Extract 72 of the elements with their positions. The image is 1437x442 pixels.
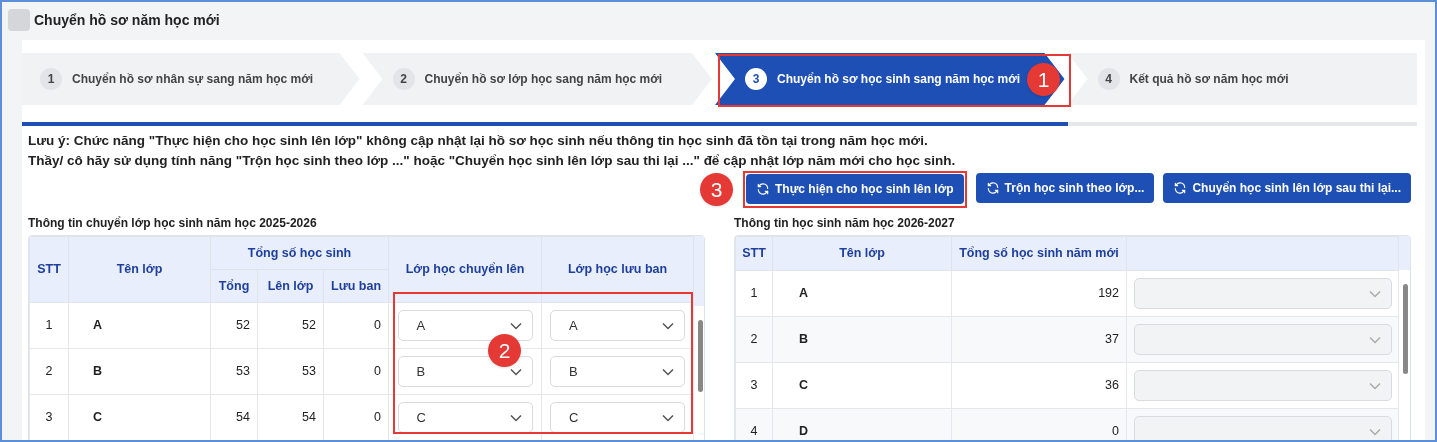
scrollbar[interactable] bbox=[1399, 270, 1410, 440]
table-cell: C bbox=[772, 362, 952, 409]
table-cell: 1 bbox=[735, 270, 773, 317]
column-header: STT bbox=[735, 236, 773, 271]
app-icon bbox=[8, 9, 30, 31]
column-header: Tổng số học sinh năm mới bbox=[951, 236, 1127, 271]
step-label: Chuyển hồ sơ lớp học sang năm học mới bbox=[424, 71, 663, 88]
chevron-down-icon bbox=[1369, 289, 1381, 298]
window-title: Chuyển hồ sơ năm học mới bbox=[34, 10, 220, 30]
column-header: Lớp học lưu ban bbox=[541, 236, 694, 303]
column-header: Tổng số học sinh bbox=[210, 236, 389, 270]
column-header: Tên lớp bbox=[68, 236, 211, 303]
chevron-down-icon bbox=[509, 367, 522, 376]
chevron-down-icon bbox=[1369, 381, 1381, 390]
column-header: Tên lớp bbox=[772, 236, 952, 271]
table-cell: 36 bbox=[951, 362, 1127, 409]
chevron-down-icon bbox=[1369, 335, 1381, 344]
column-header: Tổng bbox=[210, 269, 258, 303]
action-button[interactable]: Trộn học sinh theo lớp... bbox=[975, 173, 1155, 203]
table-cell: 52 bbox=[210, 302, 258, 349]
step-number: 1 bbox=[40, 68, 62, 90]
table-caption: Thông tin học sinh năm học 2026-2027 bbox=[734, 215, 956, 232]
select-field[interactable]: C bbox=[397, 402, 533, 433]
table-cell: B bbox=[772, 316, 952, 363]
table-cell: 192 bbox=[951, 270, 1127, 317]
scrollbar[interactable] bbox=[694, 306, 704, 440]
select-field[interactable]: A bbox=[397, 310, 533, 341]
table-cell: B bbox=[68, 348, 211, 395]
chevron-down-icon bbox=[662, 413, 675, 422]
select-field[interactable]: A bbox=[550, 310, 686, 341]
table-cell: 2 bbox=[735, 316, 773, 363]
select-field[interactable]: B bbox=[550, 356, 686, 387]
step-tab[interactable]: 1 Chuyển hồ sơ nhân sự sang năm học mới bbox=[22, 53, 360, 105]
column-header: STT bbox=[29, 236, 69, 303]
step-tab[interactable]: 2 Chuyển hồ sơ lớp học sang năm học mới bbox=[362, 53, 712, 105]
note-text: Lưu ý: Chức năng "Thực hiện cho học sinh lên lớp" không cập nhật lại hồ sơ học sinh nếu thông tin học sinh đã tồn tại trong năm học mới. bbox=[28, 132, 929, 150]
table-cell: 53 bbox=[210, 348, 258, 395]
column-header: Lớp học chuyển lên bbox=[388, 236, 542, 303]
table-cell: 2 bbox=[29, 348, 69, 395]
step-number: 2 bbox=[392, 68, 415, 90]
note-text: Thầy/ cô hãy sử dụng tính năng "Trộn học sinh theo lớp ..." hoặc "Chuyển học sinh lên lớp sau thi lại ..." để cập nhật lớp năm mới cho học sinh. bbox=[28, 152, 957, 170]
refresh-icon bbox=[756, 182, 770, 196]
table-cell: 3 bbox=[29, 394, 69, 440]
refresh-icon bbox=[985, 181, 1000, 195]
step-tab[interactable]: 4 Kết quả hồ sơ năm học mới bbox=[1067, 53, 1417, 105]
action-button[interactable]: Thực hiện cho học sinh lên lớp bbox=[746, 174, 964, 204]
column-header: Lên lớp bbox=[257, 269, 324, 303]
refresh-icon bbox=[1173, 181, 1188, 195]
table-caption: Thông tin chuyển lớp học sinh năm học 2025-2026 bbox=[28, 215, 318, 232]
table-cell: 4 bbox=[735, 408, 773, 440]
table-cell: 3 bbox=[735, 362, 773, 409]
step-label: Chuyển hồ sơ học sinh sang năm học mới bbox=[777, 71, 1021, 88]
chevron-down-icon bbox=[662, 321, 675, 330]
table-cell: 0 bbox=[323, 348, 389, 395]
step-number: 3 bbox=[745, 68, 767, 90]
table-cell: A bbox=[772, 270, 952, 317]
table-cell: A bbox=[68, 302, 211, 349]
table-cell: 37 bbox=[951, 316, 1127, 363]
select-field[interactable]: C bbox=[550, 402, 686, 433]
table-cell: 1 bbox=[29, 302, 69, 349]
table-cell: 53 bbox=[257, 348, 324, 395]
chevron-down-icon bbox=[509, 413, 522, 422]
step-number: 4 bbox=[1097, 68, 1120, 90]
chevron-down-icon bbox=[509, 321, 522, 330]
callout-badge: 3 bbox=[700, 173, 733, 206]
step-label: Kết quả hồ sơ năm học mới bbox=[1129, 71, 1289, 88]
step-label: Chuyển hồ sơ nhân sự sang năm học mới bbox=[72, 71, 314, 88]
table-cell: 52 bbox=[257, 302, 324, 349]
chevron-down-icon bbox=[1369, 427, 1381, 436]
chevron-down-icon bbox=[662, 367, 675, 376]
action-button[interactable]: Chuyển học sinh lên lớp sau thi lại... bbox=[1163, 173, 1411, 203]
table-cell: 0 bbox=[323, 302, 389, 349]
